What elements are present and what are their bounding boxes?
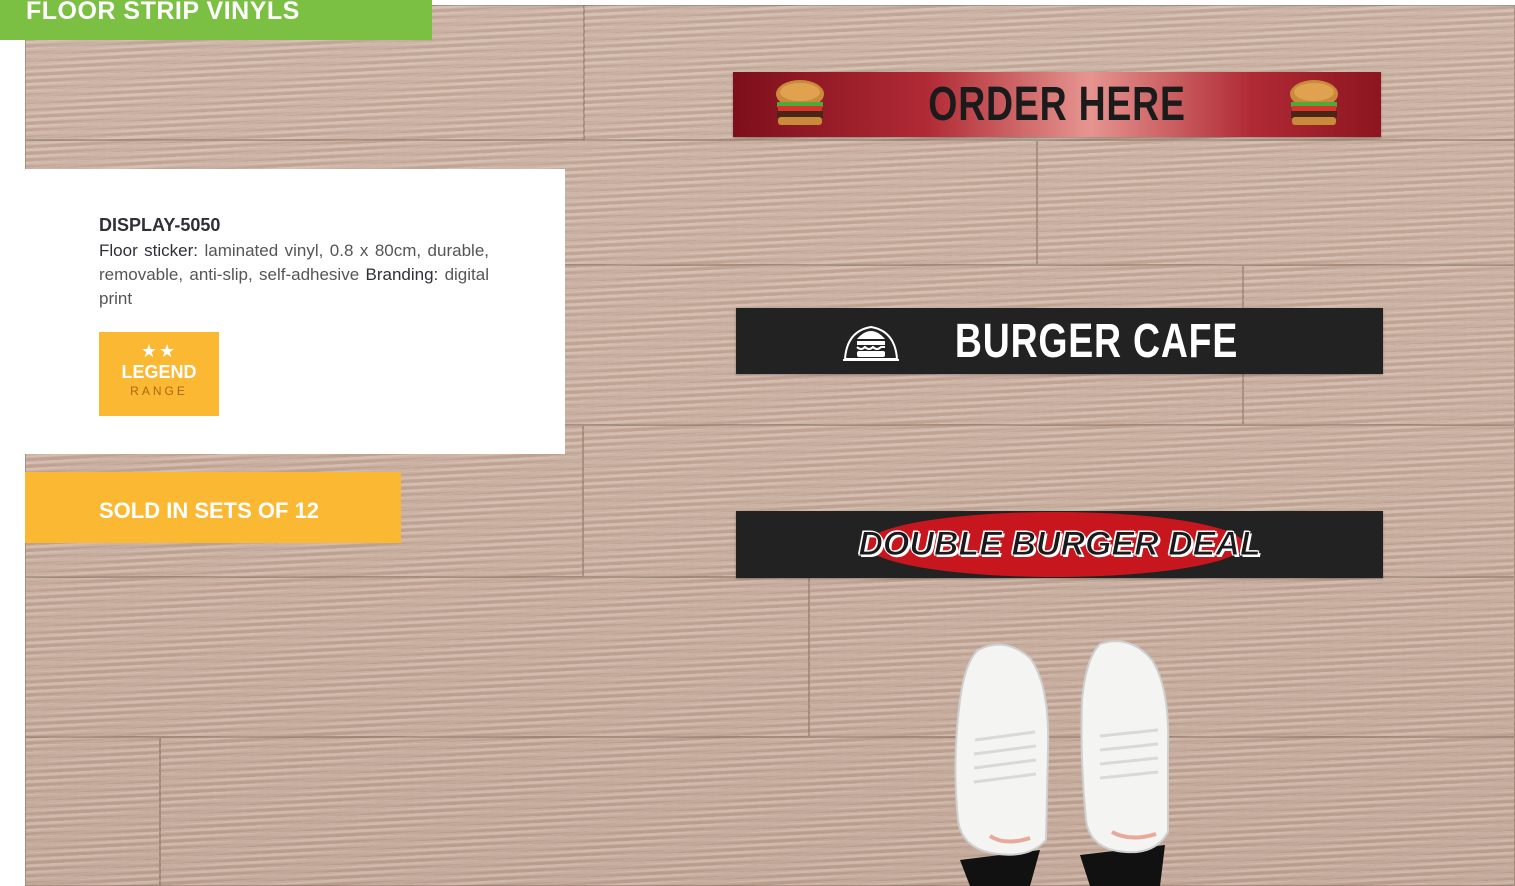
legend-range-badge: ★★ LEGEND RANGE	[99, 332, 219, 416]
branding-label: Branding:	[365, 265, 439, 284]
product-code: DISPLAY-5050	[99, 215, 221, 235]
product-info-card: DISPLAY-5050 Floor sticker: laminated vi…	[25, 169, 565, 454]
floor-plank	[25, 577, 809, 737]
sold-in-sets-banner: SOLD IN SETS OF 12	[25, 472, 401, 543]
burger-cafe-logo-icon	[842, 325, 899, 361]
order-here-strip: ORDER HERE	[733, 72, 1381, 137]
badge-range-text: RANGE	[130, 384, 188, 398]
sneakers-feet-image	[954, 640, 1170, 886]
burger-icon	[1290, 80, 1338, 125]
burger-cafe-strip: BURGER CAFE	[736, 308, 1383, 374]
floor-sticker-label: Floor sticker:	[99, 241, 199, 260]
floor-plank	[1037, 140, 1515, 265]
floor-plank	[160, 737, 1515, 886]
double-burger-deal-strip: DOUBLE BURGER DEAL	[736, 511, 1383, 578]
badge-legend-text: LEGEND	[121, 362, 197, 382]
page-title-banner: FLOOR STRIP VINYLS	[0, 0, 432, 40]
floor-plank	[25, 737, 160, 886]
double-burger-deal-text: DOUBLE BURGER DEAL	[858, 525, 1261, 564]
order-here-text: ORDER HERE	[928, 78, 1186, 131]
sold-in-sets-text: SOLD IN SETS OF 12	[99, 498, 320, 523]
burger-cafe-text: BURGER CAFE	[954, 314, 1239, 368]
burger-icon	[776, 80, 824, 125]
stars-icon: ★★	[140, 341, 178, 361]
page-title: FLOOR STRIP VINYLS	[26, 0, 300, 25]
product-description: Floor sticker: laminated vinyl, 0.8 x 80…	[99, 239, 489, 311]
